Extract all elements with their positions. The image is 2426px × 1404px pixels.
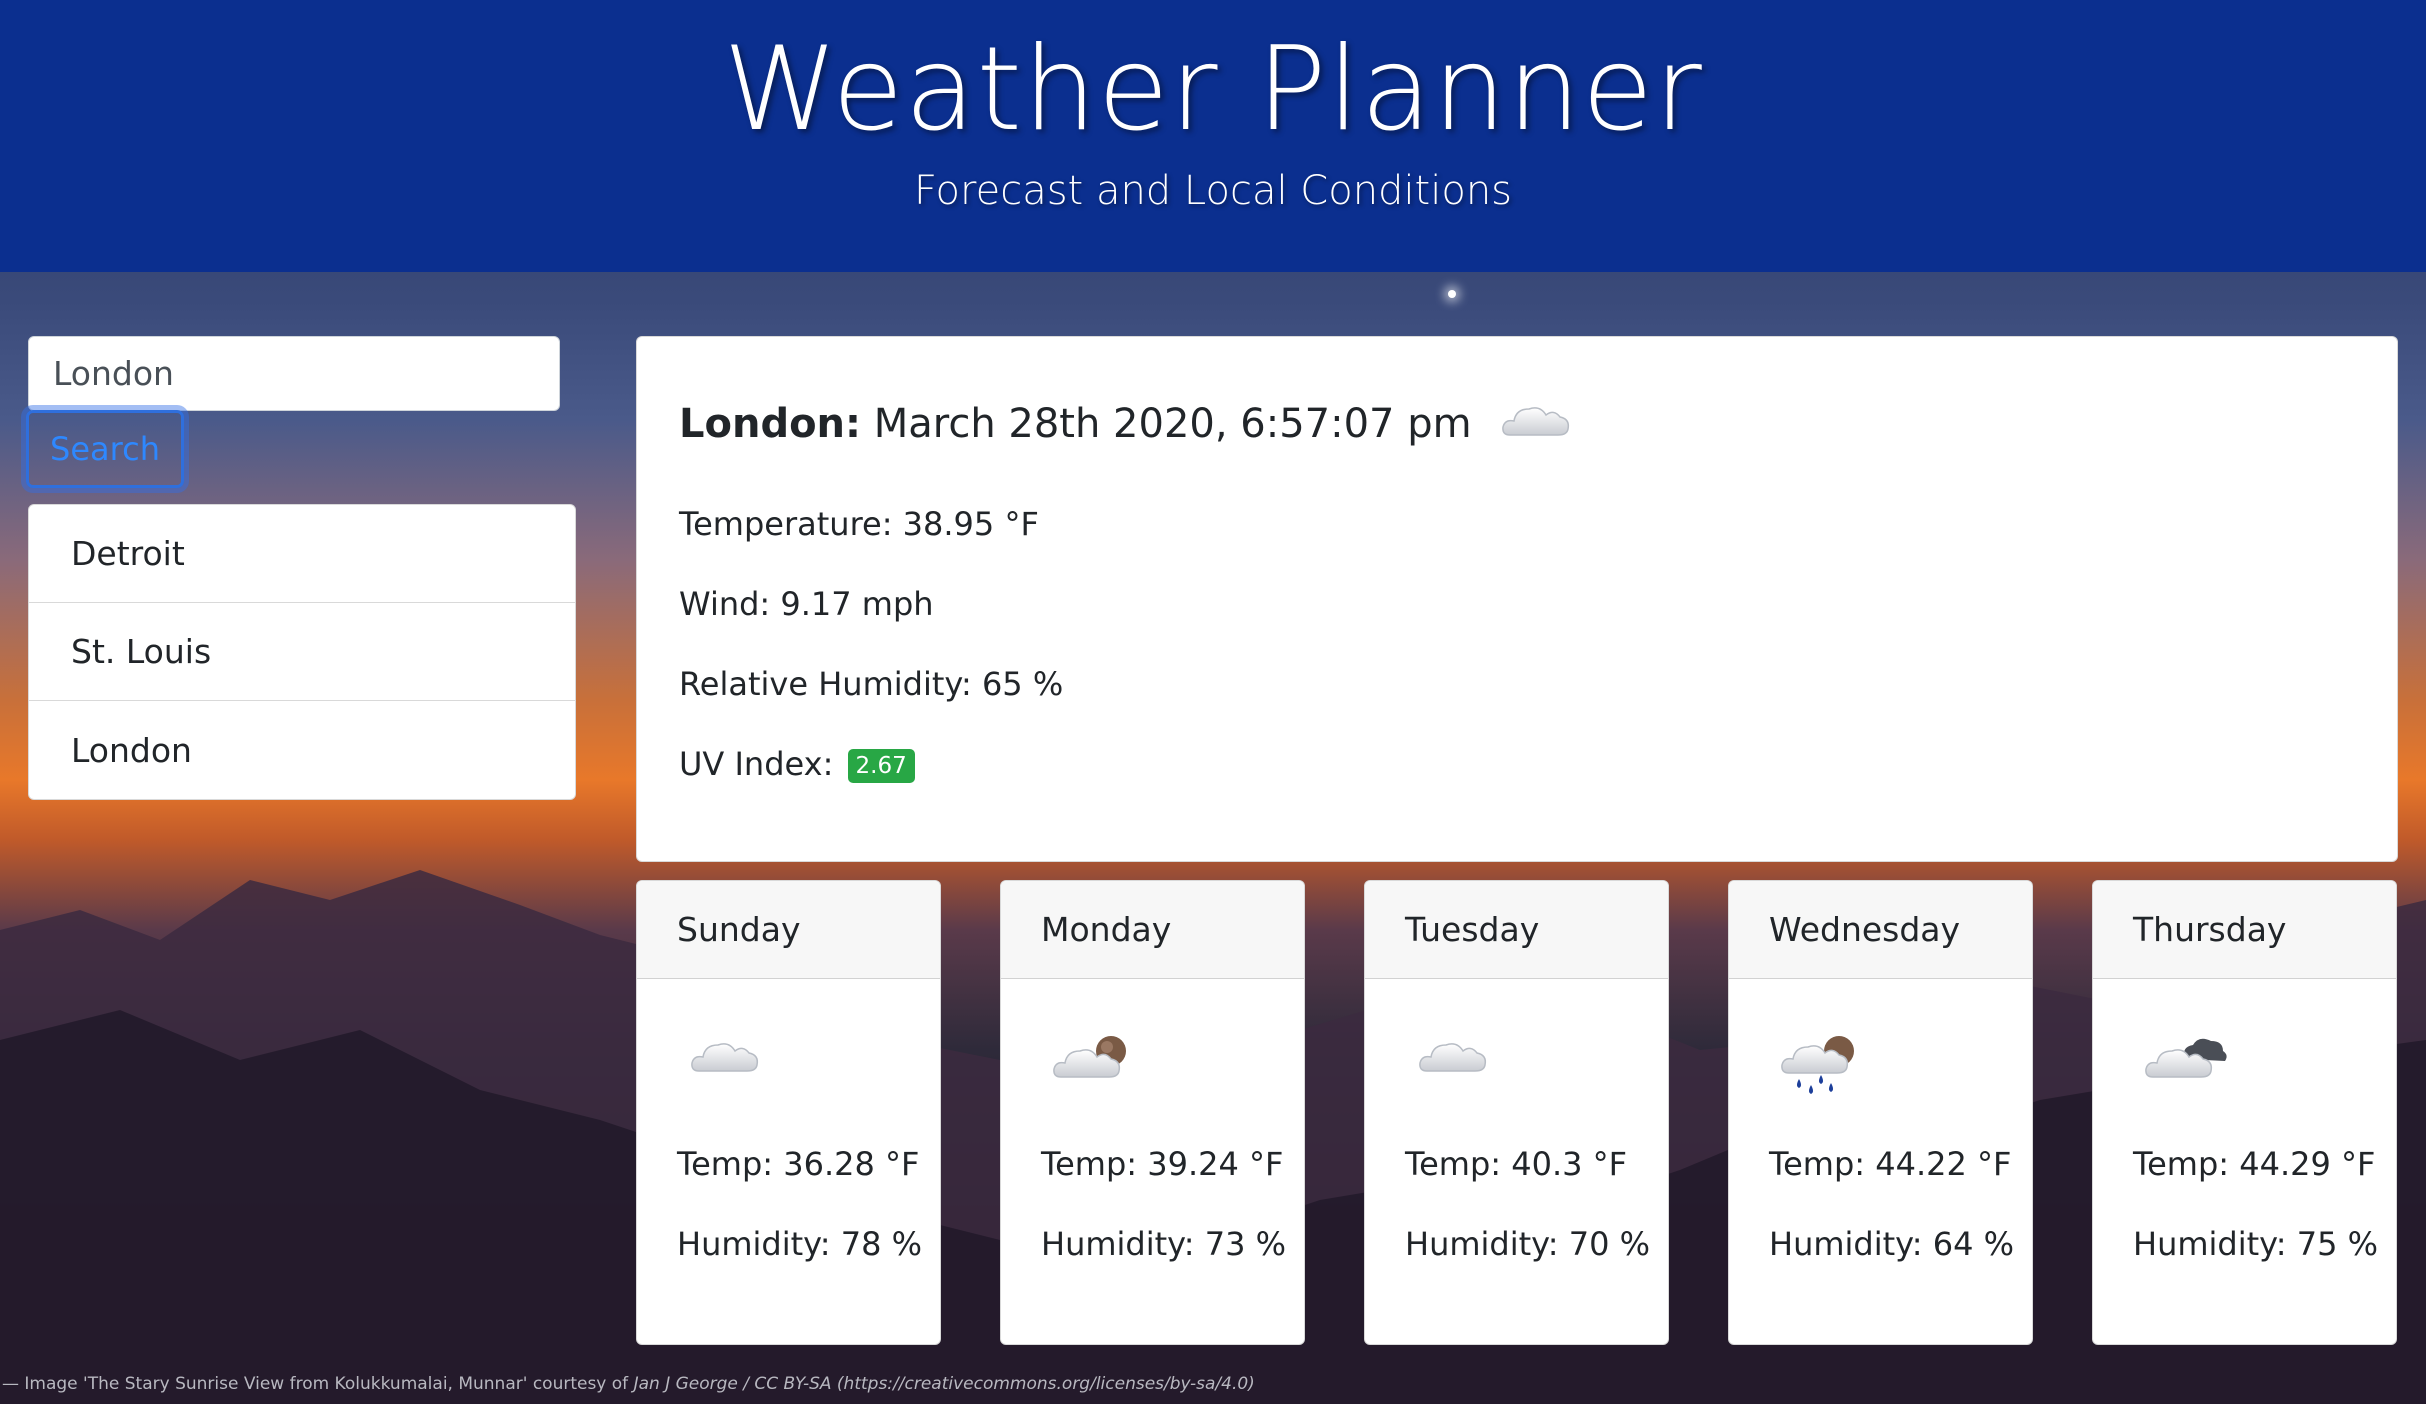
forecast-temp: Temp: 36.28 °F	[677, 1145, 920, 1183]
search-history-list: Detroit St. Louis London	[28, 504, 576, 800]
current-uv: UV Index: 2.67	[679, 745, 915, 783]
forecast-day: Sunday	[637, 881, 940, 979]
partly-cloudy-icon	[1053, 1033, 1133, 1087]
forecast-humidity: Humidity: 70 %	[1405, 1225, 1651, 1263]
star-decoration	[1448, 290, 1456, 298]
forecast-temp: Temp: 44.29 °F	[2133, 1145, 2376, 1183]
search-button[interactable]: Search	[26, 410, 184, 488]
forecast-humidity: Humidity: 64 %	[1769, 1225, 2015, 1263]
current-weather-card: London: March 28th 2020, 6:57:07 pm Temp…	[636, 336, 2398, 862]
page-header: Weather Planner Forecast and Local Condi…	[0, 0, 2426, 272]
forecast-day: Thursday	[2093, 881, 2396, 979]
forecast-humidity: Humidity: 73 %	[1041, 1225, 1287, 1263]
cloud-icon	[1417, 1033, 1489, 1081]
forecast-card-sunday: Sunday Temp: 36.28 °F Humidity: 78 %	[636, 880, 941, 1345]
current-humidity: Relative Humidity: 65 %	[679, 665, 1064, 703]
forecast-temp: Temp: 40.3 °F	[1405, 1145, 1628, 1183]
forecast-card-wednesday: Wednesday Temp: 44.22 °F Humidity: 64 %	[1728, 880, 2033, 1345]
forecast-humidity: Humidity: 75 %	[2133, 1225, 2379, 1263]
credit-text: — Image 'The Stary Sunrise View from Kol…	[2, 1374, 634, 1394]
rain-icon	[1781, 1033, 1861, 1101]
forecast-card-thursday: Thursday Temp: 44.29 °F Humidity: 75 %	[2092, 880, 2397, 1345]
broken-clouds-icon	[2145, 1033, 2229, 1087]
forecast-temp: Temp: 39.24 °F	[1041, 1145, 1284, 1183]
history-item-london[interactable]: London	[29, 701, 575, 799]
forecast-temp: Temp: 44.22 °F	[1769, 1145, 2012, 1183]
forecast-day: Wednesday	[1729, 881, 2032, 979]
uv-badge: 2.67	[847, 749, 915, 783]
cloud-icon	[1500, 397, 1572, 451]
image-credit: — Image 'The Stary Sunrise View from Kol…	[2, 1374, 1255, 1394]
history-item-detroit[interactable]: Detroit	[29, 505, 575, 603]
current-datetime: March 28th 2020, 6:57:07 pm	[873, 401, 1472, 447]
current-heading: London: March 28th 2020, 6:57:07 pm	[679, 397, 1572, 451]
forecast-card-tuesday: Tuesday Temp: 40.3 °F Humidity: 70 %	[1364, 880, 1669, 1345]
forecast-day: Tuesday	[1365, 881, 1668, 979]
cloud-icon	[689, 1033, 761, 1081]
search-input[interactable]	[28, 336, 560, 411]
forecast-card-monday: Monday Temp: 39.24 °F Humidity: 73 %	[1000, 880, 1305, 1345]
forecast-humidity: Humidity: 78 %	[677, 1225, 923, 1263]
current-wind: Wind: 9.17 mph	[679, 585, 934, 623]
history-item-st-louis[interactable]: St. Louis	[29, 603, 575, 701]
page-title: Weather Planner	[723, 22, 1703, 157]
current-temperature: Temperature: 38.95 °F	[679, 505, 1039, 543]
credit-author: Jan J George / CC BY-SA (https://creativ…	[633, 1374, 1255, 1394]
page-subtitle: Forecast and Local Conditions	[913, 168, 1513, 214]
forecast-day: Monday	[1001, 881, 1304, 979]
uv-label: UV Index:	[679, 745, 834, 783]
current-city: London:	[679, 401, 862, 447]
